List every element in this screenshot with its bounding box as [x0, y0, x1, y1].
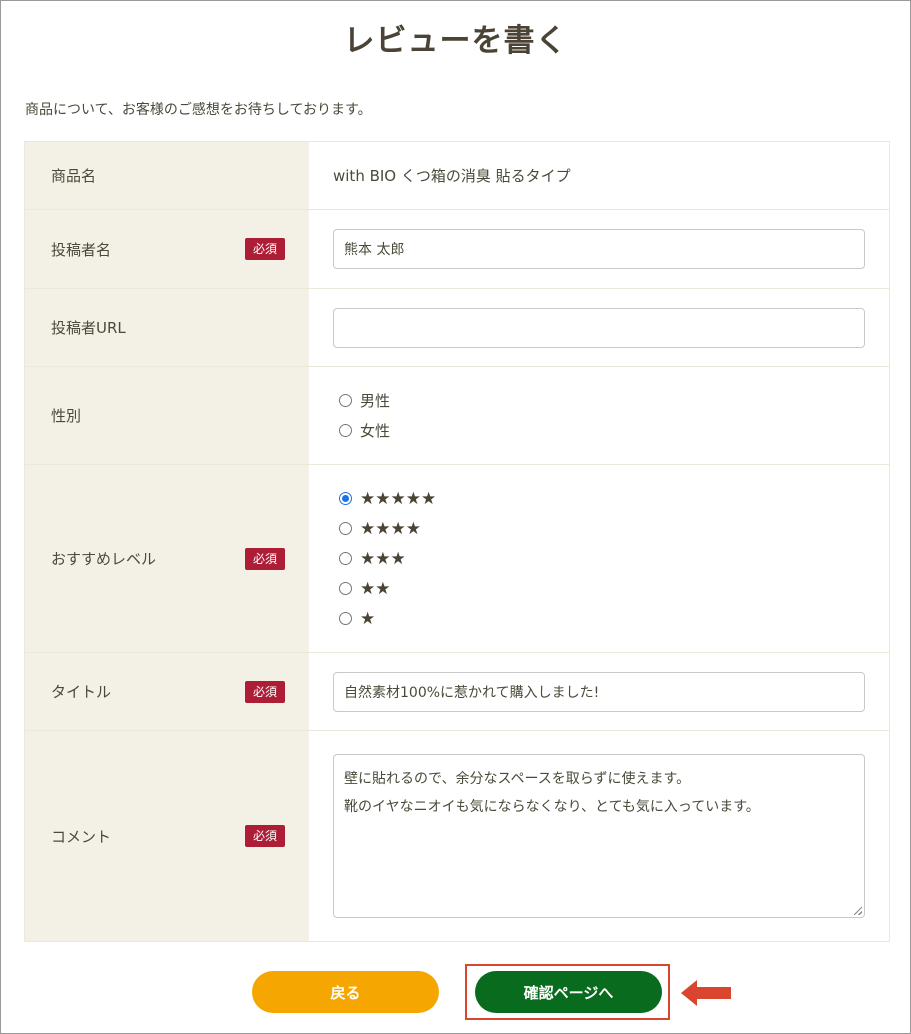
label-cell-title: タイトル 必須 — [25, 653, 309, 730]
poster-url-input[interactable] — [333, 307, 865, 348]
poster-name-input-value: 熊本 太郎 — [344, 242, 405, 258]
recommend-1-radio[interactable] — [339, 612, 352, 625]
recommend-2-radio[interactable] — [339, 582, 352, 595]
recommend-4-radio[interactable] — [339, 522, 352, 535]
title-input-value: 自然素材100%に惹かれて購入しました! — [344, 684, 600, 701]
intro-text: 商品について、お客様のご感想をお待ちしております。 — [25, 102, 372, 118]
label-cell-gender: 性別 — [25, 367, 309, 464]
review-form-table: 商品名 with BIO くつ箱の消臭 貼るタイプ 投稿者名 必須 熊本 太郎 … — [24, 141, 890, 942]
recommend-5-stars: ★★★★★ — [360, 488, 437, 509]
value-cell-product: with BIO くつ箱の消臭 貼るタイプ — [309, 142, 889, 209]
row-comment: コメント 必須 壁に貼れるので、余分なスペースを取らずに使えます。 靴のイヤなニ… — [25, 731, 889, 941]
label-cell-recommend-level: おすすめレベル 必須 — [25, 465, 309, 652]
value-cell-poster-name: 熊本 太郎 — [309, 210, 889, 288]
row-gender: 性別 男性 女性 — [25, 367, 889, 465]
gender-option-female[interactable]: 女性 — [333, 416, 865, 446]
resize-grip-icon[interactable] — [854, 907, 862, 915]
gender-female-label: 女性 — [360, 422, 391, 440]
title-label: タイトル — [51, 683, 112, 701]
label-cell-comment: コメント 必須 — [25, 731, 309, 941]
value-cell-poster-url — [309, 289, 889, 366]
required-badge: 必須 — [244, 680, 285, 703]
recommend-level-label: おすすめレベル — [51, 550, 157, 568]
gender-label: 性別 — [51, 407, 82, 425]
row-title: タイトル 必須 自然素材100%に惹かれて購入しました! — [25, 653, 889, 731]
recommend-option-2[interactable]: ★★ — [333, 574, 865, 604]
poster-name-label: 投稿者名 — [51, 240, 112, 259]
label-cell-poster-name: 投稿者名 必須 — [25, 210, 309, 288]
gender-option-male[interactable]: 男性 — [333, 386, 865, 416]
recommend-1-stars: ★ — [360, 608, 376, 629]
recommend-option-5[interactable]: ★★★★★ — [333, 484, 865, 514]
poster-url-label: 投稿者URL — [51, 319, 126, 337]
row-poster-url: 投稿者URL — [25, 289, 889, 367]
recommend-5-radio[interactable] — [339, 492, 352, 505]
comment-label: コメント — [51, 827, 112, 846]
back-button[interactable]: 戻る — [252, 971, 439, 1013]
product-label: 商品名 — [51, 167, 97, 185]
recommend-2-stars: ★★ — [360, 578, 391, 599]
label-cell-poster-url: 投稿者URL — [25, 289, 309, 366]
gender-female-radio[interactable] — [339, 424, 352, 437]
confirm-page-button[interactable]: 確認ページへ — [475, 971, 662, 1013]
comment-line-1: 壁に貼れるので、余分なスペースを取らずに使えます。 — [344, 771, 691, 787]
value-cell-title: 自然素材100%に惹かれて購入しました! — [309, 653, 889, 730]
recommend-option-1[interactable]: ★ — [333, 604, 865, 634]
row-poster-name: 投稿者名 必須 熊本 太郎 — [25, 210, 889, 289]
gender-male-label: 男性 — [360, 392, 391, 410]
arrow-left-icon — [681, 980, 731, 1006]
recommend-3-stars: ★★★ — [360, 548, 406, 569]
recommend-option-3[interactable]: ★★★ — [333, 544, 865, 574]
recommend-4-stars: ★★★★ — [360, 518, 421, 539]
row-recommend-level: おすすめレベル 必須 ★★★★★ ★★★★ ★★★ ★★ ★ — [25, 465, 889, 653]
poster-name-input[interactable]: 熊本 太郎 — [333, 229, 865, 269]
value-cell-recommend-level: ★★★★★ ★★★★ ★★★ ★★ ★ — [309, 465, 889, 652]
value-cell-gender: 男性 女性 — [309, 367, 889, 464]
recommend-3-radio[interactable] — [339, 552, 352, 565]
value-cell-comment: 壁に貼れるので、余分なスペースを取らずに使えます。 靴のイヤなニオイも気にならな… — [309, 731, 889, 941]
row-product: 商品名 with BIO くつ箱の消臭 貼るタイプ — [25, 142, 889, 210]
comment-line-2: 靴のイヤなニオイも気にならなくなり、とても気に入っています。 — [344, 799, 760, 815]
label-cell-product: 商品名 — [25, 142, 309, 209]
gender-male-radio[interactable] — [339, 394, 352, 407]
required-badge: 必須 — [244, 547, 285, 570]
comment-textarea[interactable]: 壁に貼れるので、余分なスペースを取らずに使えます。 靴のイヤなニオイも気にならな… — [333, 754, 865, 918]
product-name-value: with BIO くつ箱の消臭 貼るタイプ — [333, 167, 571, 185]
page-title: レビューを書く — [343, 23, 568, 59]
required-badge: 必須 — [244, 825, 285, 847]
title-input[interactable]: 自然素材100%に惹かれて購入しました! — [333, 671, 865, 712]
required-badge: 必須 — [244, 238, 285, 260]
review-form-page: レビューを書く 商品について、お客様のご感想をお待ちしております。 商品名 wi… — [0, 0, 911, 1034]
recommend-option-4[interactable]: ★★★★ — [333, 514, 865, 544]
